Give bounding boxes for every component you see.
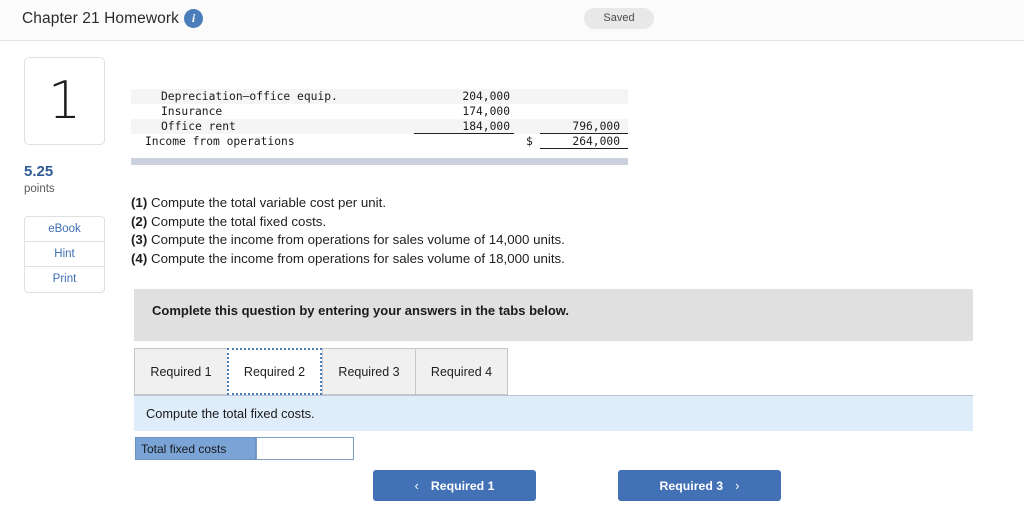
total-fixed-costs-input[interactable] [256,437,354,460]
table-row: Depreciation—office equip. 204,000 [131,89,628,104]
tab-label: Required 3 [338,364,400,379]
requirement-number: (4) [131,250,148,266]
row-currency [526,104,540,119]
aux-button-group: eBook Hint Print [24,216,105,293]
info-icon[interactable]: i [184,9,203,28]
table-row: Office rent 184,000 796,000 [131,119,628,134]
row-gap [514,104,526,119]
row-currency: $ [526,135,533,148]
row-currency [526,119,540,134]
chevron-right-icon: › [735,478,740,493]
row-gap [514,134,526,149]
row-amount-1 [414,134,514,149]
row-label: Income from operations [145,135,295,148]
tab-label: Required 1 [150,364,212,379]
tab-label: Required 2 [243,364,306,379]
row-label: Depreciation—office equip. [131,89,414,104]
table-body: Depreciation—office equip. 204,000 Insur… [131,89,628,149]
requirement-item: (2) Compute the total fixed costs. [131,213,831,232]
chevron-left-icon: ‹ [414,478,419,493]
tab-required-2[interactable]: Required 2 [227,348,322,395]
requirement-item: (3) Compute the income from operations f… [131,231,831,250]
table-row: Income from operations $ 264,000 [131,134,628,149]
row-gap [514,119,526,134]
row-gap [514,89,526,104]
answer-row: Total fixed costs [135,437,354,460]
sub-prompt-bar: Compute the total fixed costs. [134,395,973,431]
question-number-card: 1 [24,57,105,145]
requirement-text: Compute the total fixed costs. [150,213,327,229]
row-amount-2 [540,89,628,104]
question-sidebar: 1 5.25 points eBook Hint Print [24,57,107,293]
points-value: 5.25 [24,163,54,180]
page-title: Chapter 21 Homework [22,10,179,27]
hint-button[interactable]: Hint [25,242,104,267]
prev-required-button[interactable]: ‹ Required 1 [373,470,536,501]
row-currency [526,89,540,104]
requirement-text: Compute the income from operations for s… [150,250,565,266]
row-amount-2: 796,000 [540,119,628,134]
answer-label: Total fixed costs [135,437,256,460]
requirements-list: (1) Compute the total variable cost per … [131,194,831,268]
print-button[interactable]: Print [25,267,104,292]
status-badge-saved: Saved [584,8,654,29]
points-label: points [24,183,55,195]
nav-button-group: ‹ Required 1 Required 3 › [373,470,781,501]
requirement-text: Compute the income from operations for s… [150,232,565,247]
ebook-button[interactable]: eBook [25,217,104,242]
row-amount-2 [540,104,628,119]
row-label: Insurance [161,105,223,118]
exhibit-horizontal-scrollbar[interactable] [131,158,628,165]
requirement-item: (4) Compute the income from operations f… [131,250,831,269]
requirement-number: (2) [131,213,148,229]
tab-required-1[interactable]: Required 1 [134,348,227,395]
question-number: 1 [47,71,82,131]
sub-prompt-text: Compute the total fixed costs. [146,406,315,421]
row-amount-2: 264,000 [540,134,628,149]
row-amount-1: 174,000 [462,105,510,118]
row-amount-1: 184,000 [414,119,514,134]
complete-question-banner: Complete this question by entering your … [134,289,973,341]
required-tabs: Required 1 Required 2 Required 3 Require… [134,348,508,395]
requirement-number: (1) [131,195,148,210]
exhibit-panel: Depreciation—office equip. 204,000 Insur… [131,89,628,165]
row-label: Office rent [131,119,414,134]
prev-required-label: Required 1 [430,478,495,493]
financial-statement-table: Depreciation—office equip. 204,000 Insur… [131,89,628,149]
top-bar: Chapter 21 Homework i Saved [0,0,1024,41]
tab-required-4[interactable]: Required 4 [415,348,508,395]
tab-required-3[interactable]: Required 3 [322,348,415,395]
tab-label: Required 4 [430,364,493,379]
next-required-button[interactable]: Required 3 › [618,470,781,501]
next-required-label: Required 3 [659,478,724,493]
requirement-number: (3) [131,232,148,247]
requirement-item: (1) Compute the total variable cost per … [131,194,831,213]
table-row: Insurance 174,000 [131,104,628,119]
row-amount-1: 204,000 [414,89,514,104]
complete-question-text: Complete this question by entering your … [152,303,570,318]
requirement-text: Compute the total variable cost per unit… [150,195,387,210]
